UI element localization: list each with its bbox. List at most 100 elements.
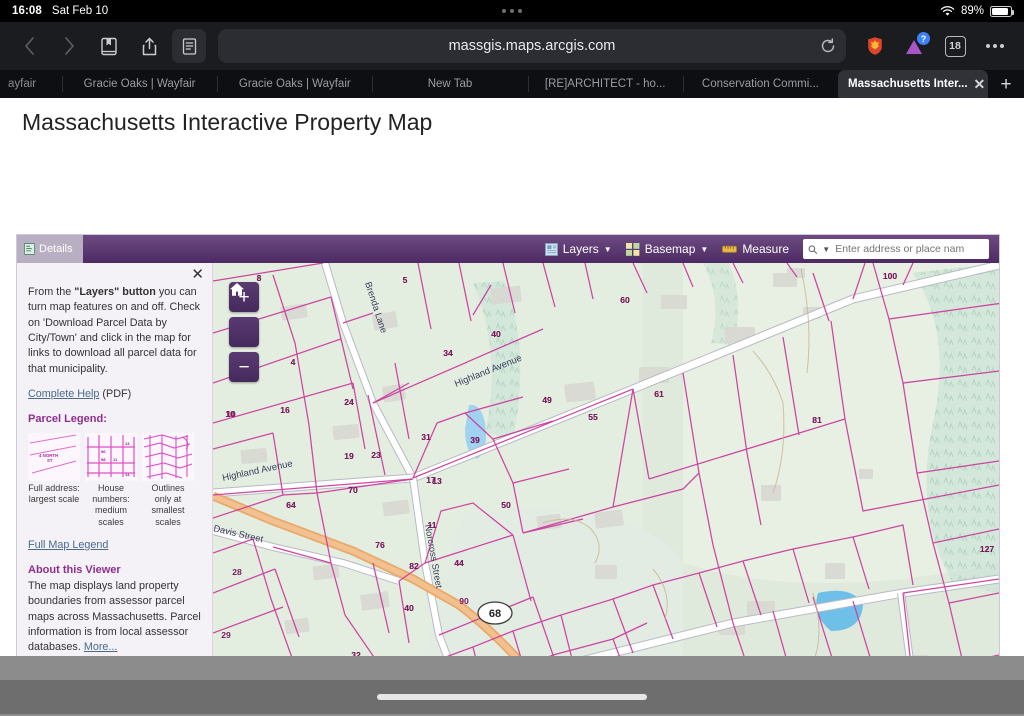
- clock: 16:08: [12, 5, 42, 17]
- more-dots-icon[interactable]: [978, 29, 1012, 63]
- basemap-label: Basemap: [645, 242, 696, 256]
- svg-text:44: 44: [454, 558, 464, 568]
- svg-text:16: 16: [280, 405, 290, 415]
- status-bar-left: 16:08 Sat Feb 10: [0, 5, 108, 17]
- tab-label: Gracie Oaks | Wayfair: [239, 78, 351, 90]
- svg-text:14: 14: [125, 472, 130, 477]
- measure-label: Measure: [742, 242, 789, 256]
- triangle-question-icon[interactable]: ?: [898, 29, 932, 63]
- svg-text:40: 40: [404, 603, 414, 613]
- route-shield-68: 68: [478, 602, 512, 624]
- share-button[interactable]: [132, 29, 166, 63]
- address-bar[interactable]: massgis.maps.arcgis.com: [218, 29, 846, 63]
- map-app-header: Details Layers ▼: [17, 235, 999, 263]
- parcel-legend-row: 4 NORTH ST Full address: largest scale: [28, 433, 201, 528]
- bookmarks-button[interactable]: [92, 29, 126, 63]
- map-app-body: ✕ From the "Layers" button you can turn …: [17, 263, 999, 656]
- details-tab-button[interactable]: Details: [17, 235, 83, 263]
- home-extent-button[interactable]: [229, 317, 259, 347]
- search-input[interactable]: [835, 243, 984, 255]
- browser-tab-active[interactable]: Massachusetts Inter... ✕: [838, 70, 988, 98]
- search-icon: [808, 244, 817, 255]
- browser-tab-1[interactable]: Gracie Oaks | Wayfair: [62, 70, 217, 98]
- browser-tab-5[interactable]: Conservation Commi...: [683, 70, 838, 98]
- svg-text:4: 4: [291, 357, 296, 367]
- battery-icon: [990, 6, 1012, 17]
- legend-item-1: 96 98 11 13 14 House numbers: medium sca…: [85, 433, 137, 528]
- legend-item-0: 4 NORTH ST Full address: largest scale: [28, 433, 80, 528]
- layers-icon: [545, 243, 558, 256]
- basemap-button[interactable]: Basemap ▼: [626, 242, 709, 256]
- full-map-legend-link[interactable]: Full Map Legend: [28, 539, 108, 551]
- legend-thumb-house-numbers: 96 98 11 13 14: [85, 433, 137, 481]
- details-tab-label: Details: [39, 243, 73, 255]
- svg-text:23: 23: [371, 450, 381, 460]
- svg-text:19: 19: [344, 451, 354, 461]
- svg-text:61: 61: [654, 389, 664, 399]
- ipad-bottom-chrome: [0, 656, 1024, 714]
- details-panel: ✕ From the "Layers" button you can turn …: [17, 263, 213, 656]
- measure-button[interactable]: Measure: [722, 242, 789, 256]
- tab-label: Conservation Commi...: [702, 78, 819, 90]
- browser-tab-4[interactable]: [RE]ARCHITECT - ho...: [528, 70, 683, 98]
- status-bar-dots: [502, 9, 522, 13]
- legend-caption: Outlines only at smallest scales: [142, 483, 194, 528]
- brave-shield-icon[interactable]: [858, 29, 892, 63]
- back-button[interactable]: [12, 29, 46, 63]
- reload-button[interactable]: [820, 38, 836, 54]
- forward-button[interactable]: [52, 29, 86, 63]
- ios-status-bar: 16:08 Sat Feb 10 89%: [0, 0, 1024, 22]
- svg-text:24: 24: [344, 397, 354, 407]
- zoom-out-button[interactable]: −: [229, 352, 259, 382]
- complete-help-row: Complete Help (PDF): [28, 387, 201, 402]
- svg-text:5: 5: [403, 275, 408, 285]
- map-canvas[interactable]: 68 Brenda Lane Highland Avenue Highland …: [213, 263, 999, 656]
- tab-label: New Tab: [428, 78, 473, 90]
- details-panel-icon: [24, 243, 35, 255]
- browser-tab-3[interactable]: New Tab: [372, 70, 527, 98]
- svg-text:49: 49: [542, 395, 552, 405]
- tab-count-button[interactable]: 18: [938, 29, 972, 63]
- layers-button[interactable]: Layers ▼: [545, 242, 612, 256]
- browser-tab-0[interactable]: ayfair: [0, 70, 62, 98]
- layers-label: Layers: [563, 242, 599, 256]
- status-bar-right: 89%: [940, 5, 1024, 17]
- svg-text:13: 13: [432, 476, 442, 486]
- browser-toolbar: massgis.maps.arcgis.com ? 18: [0, 22, 1024, 70]
- wifi-icon: [940, 6, 955, 17]
- tab-count-label: 18: [945, 36, 966, 57]
- measure-ruler-icon: [722, 243, 737, 255]
- tab-strip: ayfair Gracie Oaks | Wayfair Gracie Oaks…: [0, 70, 1024, 98]
- arcgis-map-app: Details Layers ▼: [16, 234, 1000, 656]
- page-title: Massachusetts Interactive Property Map: [0, 98, 1024, 145]
- map-vector-layer: 68 Brenda Lane Highland Avenue Highland …: [213, 263, 999, 656]
- svg-text:60: 60: [620, 295, 630, 305]
- intro-pre: From the: [28, 286, 74, 298]
- complete-help-link[interactable]: Complete Help: [28, 388, 99, 400]
- legend-item-2: Outlines only at smallest scales: [142, 433, 194, 528]
- svg-text:96: 96: [101, 449, 106, 454]
- date: Sat Feb 10: [52, 5, 108, 17]
- svg-text:98: 98: [101, 457, 106, 462]
- question-badge: ?: [917, 32, 930, 45]
- chevron-down-icon: ▼: [604, 245, 612, 254]
- close-icon[interactable]: ✕: [191, 267, 204, 282]
- url-text: massgis.maps.arcgis.com: [449, 38, 616, 54]
- tab-label: ayfair: [8, 78, 36, 90]
- intro-bold: "Layers" button: [74, 286, 156, 298]
- svg-text:11: 11: [427, 520, 436, 530]
- search-dropdown-caret[interactable]: ▼: [822, 245, 830, 254]
- about-more-link[interactable]: More...: [84, 641, 118, 653]
- new-tab-button[interactable]: +: [988, 70, 1024, 98]
- map-search-box[interactable]: ▼: [803, 239, 989, 259]
- reader-mode-button[interactable]: [172, 29, 206, 63]
- svg-text:64: 64: [286, 500, 296, 510]
- home-indicator[interactable]: [377, 694, 647, 700]
- svg-text:40: 40: [491, 329, 501, 339]
- panel-intro: From the "Layers" button you can turn ma…: [28, 285, 201, 377]
- chevron-down-icon: ▼: [700, 245, 708, 254]
- svg-text:81: 81: [812, 415, 822, 425]
- close-icon[interactable]: ✕: [968, 77, 986, 91]
- map-zoom-controls: + −: [229, 282, 259, 382]
- browser-tab-2[interactable]: Gracie Oaks | Wayfair: [217, 70, 372, 98]
